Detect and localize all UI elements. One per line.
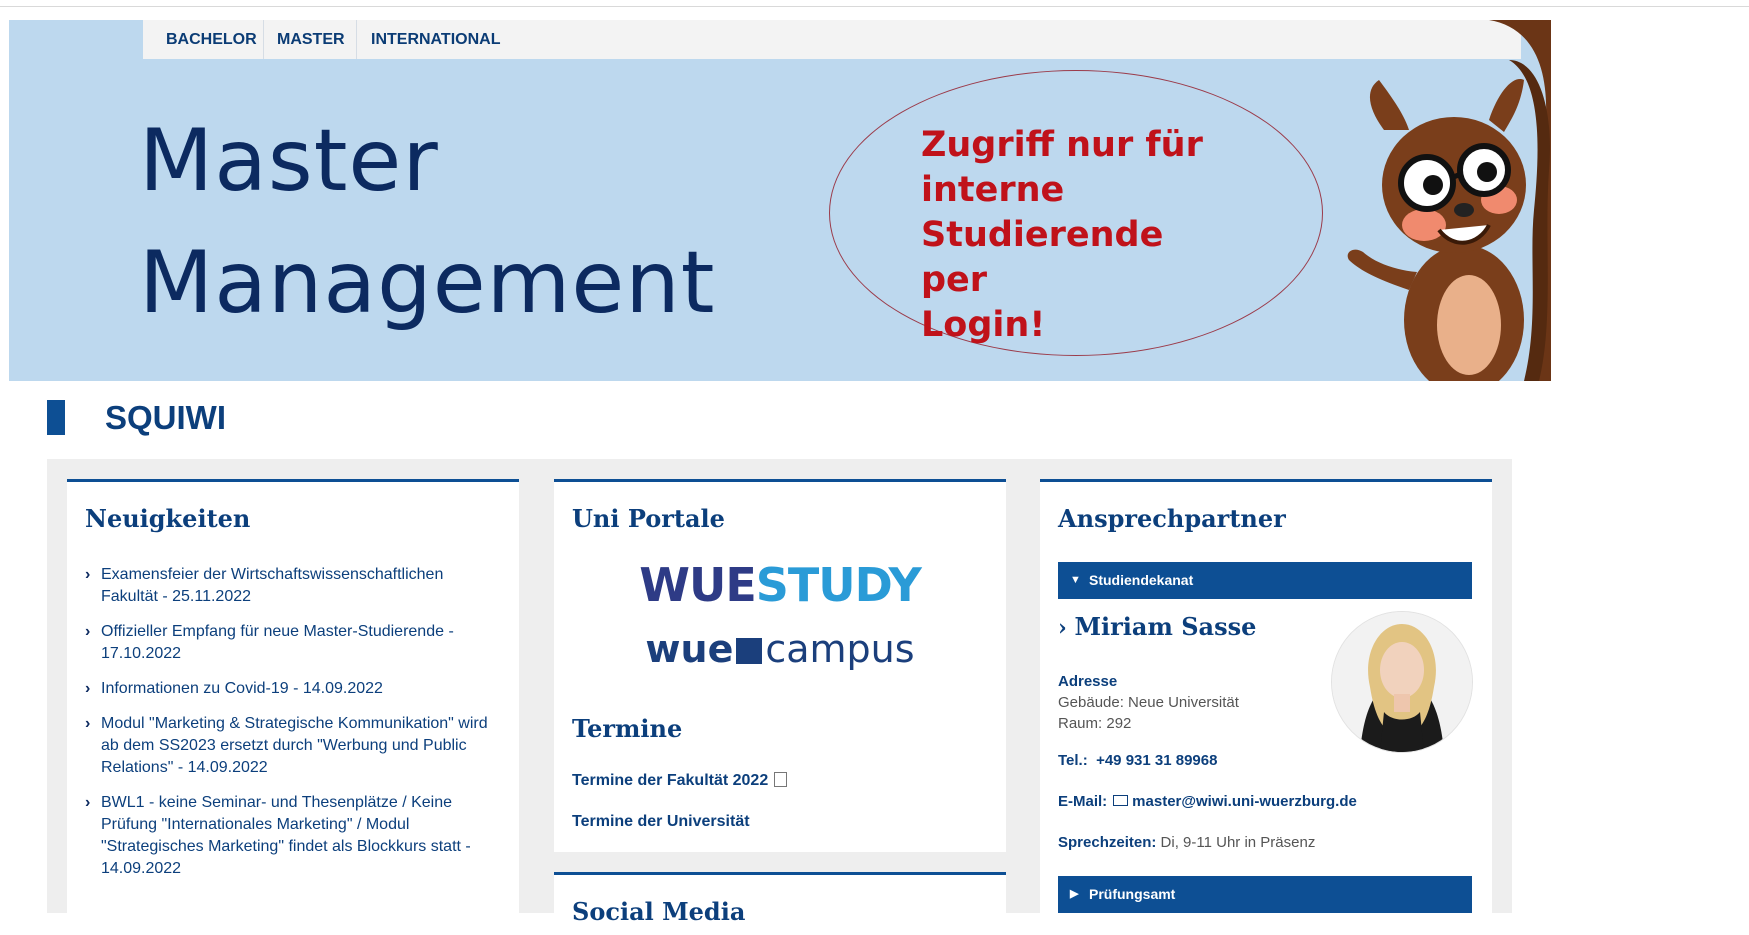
nav-separator — [263, 20, 264, 59]
main-content: Neuigkeiten › Examensfeier der Wirtschaft… — [47, 459, 1512, 935]
news-item-label: Offizieller Empfang für neue Master-Stud… — [101, 623, 454, 662]
login-notice: Zugriff nur für interne Studierende per … — [921, 123, 1241, 348]
news-item[interactable]: › Offizieller Empfang für neue Master-Stu… — [85, 621, 495, 665]
termine-title: Termine — [572, 714, 683, 743]
news-item-label: Informationen zu Covid-19 - 14.09.2022 — [101, 680, 383, 697]
main-navigation: BACHELOR MASTER INTERNATIONAL — [143, 20, 1521, 59]
login-notice-line-2: interne — [921, 170, 1065, 210]
portrait-image — [1332, 612, 1472, 752]
news-card: Neuigkeiten › Examensfeier der Wirtschaft… — [67, 479, 519, 922]
login-notice-line-3: Studierende per — [921, 215, 1164, 300]
termine-fakultaet-label: Termine der Fakultät 2022 — [572, 772, 769, 789]
portals-card: Uni Portale WUESTUDY wue campus Termine T… — [554, 479, 1006, 852]
accordion-label: Studiendekanat — [1089, 572, 1194, 588]
termine-universitaet-link[interactable]: Termine der Universität — [572, 813, 750, 831]
office-hours-value: Di, 9-11 Uhr in Präsenz — [1160, 834, 1316, 851]
nav-item-master[interactable]: MASTER — [277, 20, 345, 59]
news-title: Neuigkeiten — [85, 504, 251, 533]
nav-separator — [356, 20, 357, 59]
termine-fakultaet-link[interactable]: Termine der Fakultät 2022 — [572, 772, 788, 790]
chevron-right-icon: › — [85, 623, 91, 640]
news-item[interactable]: › Examensfeier der Wirtschaftswissenschaf… — [85, 564, 495, 608]
email-link[interactable]: master@wiwi.uni-wuerzburg.de — [1132, 793, 1357, 810]
contact-address: Adresse Gebäude: Neue Universität Raum: … — [1058, 671, 1239, 734]
social-media-card: Social Media — [554, 872, 1006, 935]
banner-title-line-1: Master — [139, 111, 439, 211]
address-label: Adresse — [1058, 673, 1118, 690]
social-media-title: Social Media — [572, 897, 746, 926]
page-title: SQUIWI — [105, 399, 226, 436]
nav-item-bachelor[interactable]: BACHELOR — [166, 20, 257, 59]
address-line-1: Gebäude: Neue Universität — [1058, 694, 1239, 711]
wuestudy-logo-link[interactable]: WUESTUDY — [554, 558, 1006, 612]
top-divider — [0, 6, 1749, 7]
caret-right-icon: ▶ — [1070, 888, 1079, 900]
chevron-right-icon: › — [85, 715, 91, 732]
wuestudy-logo-part1: WUE — [639, 558, 757, 612]
contact-phone: Tel.: +49 931 31 89968 — [1058, 750, 1217, 771]
chevron-right-icon: › — [85, 566, 91, 583]
email-label: E-Mail: — [1058, 793, 1108, 810]
address-line-2: Raum: 292 — [1058, 715, 1132, 732]
contact-avatar — [1331, 611, 1473, 753]
login-notice-line-1: Zugriff nur für — [921, 125, 1203, 165]
news-item[interactable]: › Informationen zu Covid-19 - 14.09.2022 — [85, 678, 495, 700]
office-hours-label: Sprechzeiten: — [1058, 834, 1157, 851]
nav-item-international[interactable]: INTERNATIONAL — [371, 20, 500, 59]
news-item-label: BWL1 - keine Seminar- und Thesenplätze /… — [101, 794, 471, 877]
contact-name: Miriam Sasse — [1074, 612, 1257, 641]
wuecampus-logo-part2: campus — [765, 627, 915, 671]
contact-office-hours: Sprechzeiten: Di, 9-11 Uhr in Präsenz — [1058, 832, 1315, 853]
chevron-right-icon: › — [1058, 615, 1075, 641]
contact-card: Ansprechpartner ▼ Studiendekanat › Miria… — [1040, 479, 1492, 922]
portals-title: Uni Portale — [572, 504, 725, 533]
news-list: › Examensfeier der Wirtschaftswissenschaf… — [85, 564, 495, 893]
contact-email: E-Mail: master@wiwi.uni-wuerzburg.de — [1058, 791, 1357, 812]
chevron-right-icon: › — [85, 794, 91, 811]
wuestudy-logo-part2: STUDY — [755, 558, 922, 612]
banner-title-line-2: Management — [139, 233, 716, 333]
news-item-label: Modul "Marketing & Strategische Kommunik… — [101, 715, 488, 776]
contact-title: Ansprechpartner — [1058, 504, 1286, 533]
mail-icon — [1113, 795, 1129, 806]
pdf-icon — [774, 772, 788, 787]
login-notice-line-4: Login! — [921, 305, 1046, 345]
accordion-studiendekanat[interactable]: ▼ Studiendekanat — [1058, 562, 1472, 599]
wuecampus-logo-link[interactable]: wue campus — [554, 627, 1006, 671]
news-item[interactable]: › BWL1 - keine Seminar- und Thesenplätze … — [85, 792, 495, 880]
heading-accent-bar — [47, 400, 65, 435]
phone-label: Tel.: — [1058, 752, 1088, 769]
news-item-label: Examensfeier der Wirtschaftswissenschaft… — [101, 566, 444, 605]
accordion-label: Prüfungsamt — [1089, 886, 1176, 902]
contact-person-link[interactable]: › Miriam Sasse — [1058, 612, 1256, 641]
wuecampus-square-icon — [736, 638, 763, 664]
banner-title: Master Management — [139, 100, 716, 344]
accordion-pruefungsamt[interactable]: ▶ Prüfungsamt — [1058, 876, 1472, 913]
phone-value[interactable]: +49 931 31 89968 — [1096, 752, 1217, 769]
chevron-right-icon: › — [85, 680, 91, 697]
caret-down-icon: ▼ — [1070, 574, 1081, 586]
header-banner: BACHELOR MASTER INTERNATIONAL Master Man… — [9, 20, 1551, 381]
wuecampus-logo-part1: wue — [645, 627, 734, 671]
squirrel-mascot-image — [1347, 20, 1551, 381]
news-item[interactable]: › Modul "Marketing & Strategische Kommuni… — [85, 713, 495, 779]
